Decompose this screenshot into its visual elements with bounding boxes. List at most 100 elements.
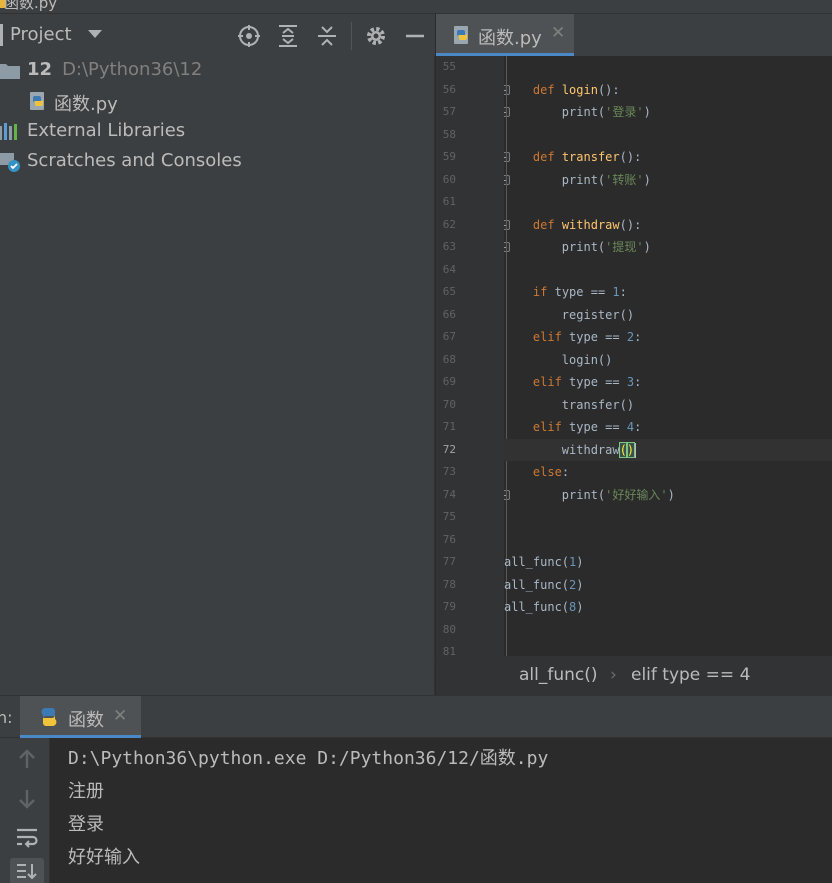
code-line: def login(): bbox=[532, 82, 620, 97]
console-line: 登录 bbox=[68, 814, 104, 835]
code-line: def withdraw(): bbox=[532, 217, 642, 232]
breadcrumb-branch[interactable]: elif type == 4 bbox=[631, 665, 750, 685]
run-tab-label: 函数 bbox=[68, 710, 104, 731]
line-number: 57 bbox=[442, 105, 456, 118]
line-number: 68 bbox=[442, 352, 456, 366]
breadcrumb: all_func() › elif type == 4 bbox=[436, 656, 832, 695]
project-root-path: D:\Python36\12 bbox=[62, 59, 203, 80]
fold-gutter bbox=[496, 56, 504, 656]
code-line: else: bbox=[532, 465, 570, 479]
locate-icon[interactable] bbox=[237, 24, 261, 48]
window-title: 函数.py bbox=[4, 0, 58, 12]
close-icon[interactable]: ✕ bbox=[113, 706, 127, 726]
up-arrow-icon[interactable] bbox=[14, 746, 40, 772]
code-line: print('好好输入') bbox=[561, 487, 675, 502]
python-file-icon bbox=[30, 92, 44, 110]
editor-tab-bar: 函数.py ✕ bbox=[436, 14, 832, 56]
code-line: elif type == 4: bbox=[532, 420, 642, 434]
external-libraries-label: External Libraries bbox=[27, 120, 186, 141]
console-line: 注册 bbox=[68, 781, 104, 802]
project-tool-window: Project 12 D:\Python36\12 函数.py External… bbox=[0, 14, 435, 695]
code-line: elif type == 2: bbox=[532, 330, 642, 344]
breadcrumb-function[interactable]: all_func() bbox=[519, 665, 598, 685]
code-line: if type == 1: bbox=[532, 285, 627, 299]
close-icon[interactable]: ✕ bbox=[551, 23, 565, 43]
chevron-down-icon[interactable] bbox=[88, 30, 102, 38]
breadcrumb-separator: › bbox=[610, 665, 617, 685]
code-line: print('登录') bbox=[561, 105, 651, 119]
line-number: 77 bbox=[442, 555, 456, 568]
line-number: 72 bbox=[442, 442, 456, 456]
line-number: 69 bbox=[442, 375, 456, 388]
text-cursor bbox=[634, 442, 637, 458]
tab-label: 函数.py bbox=[478, 28, 542, 49]
line-number: 73 bbox=[442, 465, 456, 478]
run-toolbar bbox=[0, 738, 50, 883]
project-toolwindow-stripe bbox=[0, 24, 3, 46]
line-number: 55 bbox=[442, 60, 456, 73]
line-number: 66 bbox=[442, 307, 456, 321]
line-number: 59 bbox=[442, 150, 456, 163]
line-number: 64 bbox=[442, 262, 456, 276]
code-line: print('转账') bbox=[561, 172, 651, 187]
code-area[interactable]: def login(): print('登录') def transfer():… bbox=[504, 56, 832, 656]
tree-item-file[interactable]: 函数.py bbox=[0, 87, 435, 115]
tree-item-external-libraries[interactable]: External Libraries bbox=[0, 117, 435, 145]
line-number: 80 bbox=[442, 622, 456, 636]
line-number: 75 bbox=[442, 510, 456, 523]
line-number: 79 bbox=[442, 600, 456, 613]
collapse-all-icon[interactable] bbox=[315, 24, 339, 48]
console-output[interactable]: D:\Python36\python.exe D:/Python36/12/函数… bbox=[50, 738, 832, 883]
scratches-label: Scratches and Consoles bbox=[27, 150, 242, 171]
down-arrow-icon[interactable] bbox=[14, 786, 40, 812]
tab-functions-py[interactable]: 函数.py ✕ bbox=[436, 14, 574, 56]
code-line: all_func(8) bbox=[504, 600, 584, 614]
tree-item-scratches[interactable]: Scratches and Consoles bbox=[0, 147, 435, 175]
project-header: Project bbox=[0, 14, 435, 56]
toolbar-separator bbox=[351, 22, 352, 50]
line-number: 76 bbox=[442, 532, 456, 546]
run-title: n: bbox=[0, 708, 13, 727]
line-number: 62 bbox=[442, 217, 456, 231]
code-line: register() bbox=[561, 307, 635, 322]
line-number: 63 bbox=[442, 240, 456, 253]
code-line: def transfer(): bbox=[532, 150, 642, 164]
line-number: 61 bbox=[442, 195, 456, 208]
line-number: 65 bbox=[442, 285, 456, 298]
project-view-selector[interactable]: Project bbox=[10, 24, 72, 45]
code-line: print('提现') bbox=[561, 240, 651, 254]
folder-icon bbox=[0, 64, 20, 79]
run-tool-window: n: 函数 ✕ D:\Python36\python.exe D:/Python… bbox=[0, 695, 832, 883]
line-number: 74 bbox=[442, 487, 456, 501]
console-line: 好好输入 bbox=[68, 847, 140, 868]
hide-icon[interactable] bbox=[403, 24, 427, 48]
file-label: 函数.py bbox=[54, 94, 118, 115]
scratches-icon bbox=[0, 153, 20, 172]
code-line: login() bbox=[561, 352, 613, 367]
line-number: 56 bbox=[442, 82, 456, 96]
tree-item-project-root[interactable]: 12 D:\Python36\12 bbox=[0, 56, 435, 84]
soft-wrap-icon[interactable] bbox=[14, 824, 40, 850]
code-line: transfer() bbox=[561, 397, 635, 412]
title-bar: 函数.py bbox=[0, 0, 832, 14]
code-line: all_func(1) bbox=[504, 555, 584, 569]
editor-pane: 函数.py ✕ 55 56 57 58 59 60 61 62 63 64 65 66 67 68 69 70… bbox=[436, 14, 832, 695]
line-number: 58 bbox=[442, 127, 456, 141]
console-line: D:\Python36\python.exe D:/Python36/12/函数… bbox=[68, 748, 549, 769]
gear-icon[interactable] bbox=[364, 24, 388, 48]
libraries-icon bbox=[0, 123, 17, 140]
line-number: 78 bbox=[442, 577, 456, 591]
expand-all-icon[interactable] bbox=[276, 24, 300, 48]
scroll-to-end-button[interactable] bbox=[10, 858, 44, 883]
run-tab[interactable]: 函数 ✕ bbox=[20, 696, 141, 738]
python-file-icon bbox=[454, 26, 468, 44]
line-number-gutter: 55 56 57 58 59 60 61 62 63 64 65 66 67 68 69 70 71 72 73 74… bbox=[436, 56, 510, 658]
scroll-to-end-icon bbox=[17, 864, 37, 880]
